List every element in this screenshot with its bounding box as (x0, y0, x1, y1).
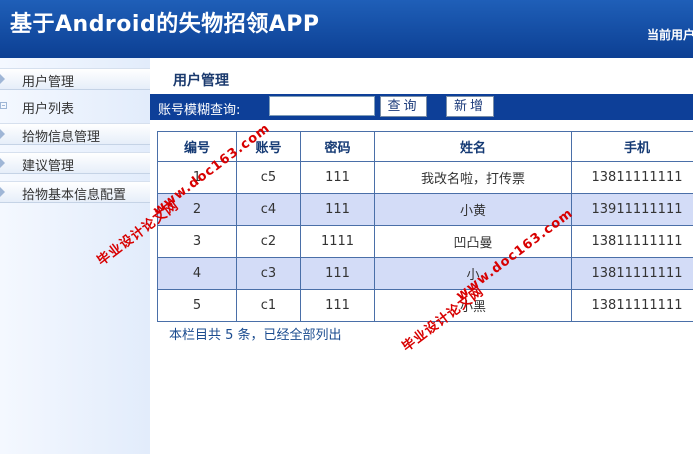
cell-phone: 13811111111 (571, 257, 693, 290)
cell-id: 4 (157, 257, 237, 290)
sidebar-item-label: 用户列表 (22, 102, 75, 117)
cell-phone: 13811111111 (571, 161, 693, 194)
column-header-phone: 手机 (571, 131, 693, 162)
table-row[interactable]: 3 c2 1111 凹凸曼 13811111111 (157, 225, 693, 258)
column-header-name: 姓名 (374, 131, 572, 162)
query-button[interactable]: 查询 (380, 96, 427, 117)
cell-phone: 13911111111 (571, 193, 693, 226)
search-toolbar: 账号模糊查询: 查询 新增 (150, 94, 693, 120)
cell-phone: 13811111111 (571, 289, 693, 322)
cell-password: 111 (300, 289, 375, 322)
sidebar-item-user-management[interactable]: 用户管理 (0, 68, 150, 90)
cell-password: 111 (300, 257, 375, 290)
sidebar-item-user-list[interactable]: 用户列表 (0, 96, 150, 118)
sidebar-item-label: 用户管理 (22, 75, 75, 90)
search-label: 账号模糊查询: (158, 103, 241, 118)
current-user-label: 当前用户 (647, 28, 693, 42)
sidebar: 用户管理 用户列表 拾物信息管理 建议管理 拾物基本信息配置 (0, 58, 150, 454)
table-row[interactable]: 2 c4 111 小黄 13911111111 (157, 193, 693, 226)
cell-account: c1 (236, 289, 301, 322)
expand-arrow-icon (0, 129, 5, 139)
column-header-password: 密码 (300, 131, 375, 162)
cell-account: c4 (236, 193, 301, 226)
app-header: 基于Android的失物招领APP 当前用户 (0, 0, 693, 58)
sidebar-item-suggestion-management[interactable]: 建议管理 (0, 152, 150, 174)
sidebar-item-basic-config[interactable]: 拾物基本信息配置 (0, 181, 150, 203)
expand-arrow-icon (0, 74, 5, 84)
cell-password: 111 (300, 161, 375, 194)
table-row[interactable]: 4 c3 111 小 13811111111 (157, 257, 693, 290)
app-title: 基于Android的失物招领APP (10, 12, 320, 37)
table-row[interactable]: 1 c5 111 我改名啦，打传票 13811111111 (157, 161, 693, 194)
sidebar-item-label: 拾物基本信息配置 (22, 188, 127, 203)
cell-password: 111 (300, 193, 375, 226)
table-row[interactable]: 5 c1 111 小黑 13811111111 (157, 289, 693, 322)
cell-phone: 13811111111 (571, 225, 693, 258)
cell-name: 小黄 (374, 193, 572, 226)
expand-arrow-icon (0, 158, 5, 168)
sidebar-item-label: 建议管理 (22, 159, 75, 174)
record-count-summary: 本栏目共 5 条，已经全部列出 (169, 328, 342, 343)
cell-id: 3 (157, 225, 237, 258)
cell-account: c5 (236, 161, 301, 194)
expand-arrow-icon (0, 187, 5, 197)
cell-name: 我改名啦，打传票 (374, 161, 572, 194)
collapse-icon (0, 102, 7, 109)
add-button[interactable]: 新增 (446, 96, 494, 117)
sidebar-item-label: 拾物信息管理 (22, 130, 101, 145)
cell-account: c3 (236, 257, 301, 290)
search-input[interactable] (269, 96, 375, 116)
cell-id: 5 (157, 289, 237, 322)
cell-account: c2 (236, 225, 301, 258)
page-title: 用户管理 (173, 73, 229, 89)
cell-password: 1111 (300, 225, 375, 258)
sidebar-item-found-item-management[interactable]: 拾物信息管理 (0, 123, 150, 145)
